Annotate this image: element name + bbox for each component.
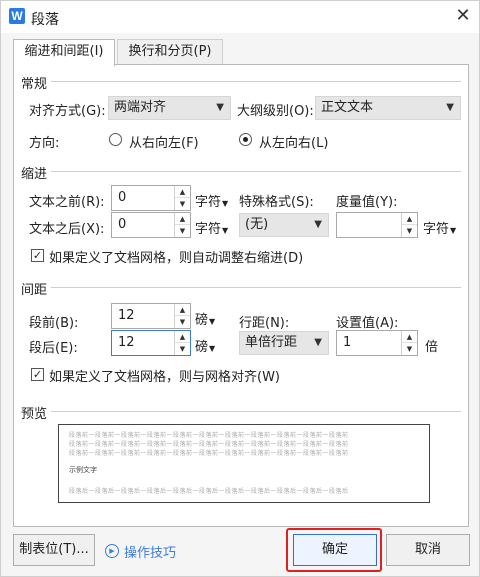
indent-before-label: 文本之前(R): xyxy=(29,195,105,210)
dropdown-arrow-icon: ▼ xyxy=(222,226,229,235)
increment-icon[interactable]: ▲ xyxy=(402,331,417,343)
setting-unit: 倍 xyxy=(425,340,439,355)
tips-link[interactable]: 操作技巧 xyxy=(124,542,176,561)
highlight-box xyxy=(286,528,382,572)
indent-after-value: 0 xyxy=(118,217,127,232)
preview-text: 段落前一段落前一段落前一段落前一段落前一段落前一段落前一段落前一段落前一段落前一… xyxy=(69,441,349,448)
increment-icon[interactable]: ▲ xyxy=(175,331,190,343)
dropdown-arrow-icon: ▼ xyxy=(209,344,216,353)
decrement-icon[interactable]: ▼ xyxy=(175,316,190,328)
dropdown-arrow-icon: ▼ xyxy=(209,317,216,326)
alignment-value: 两端对齐 xyxy=(114,100,167,115)
outline-level-value: 正文文本 xyxy=(321,100,374,115)
auto-adjust-label: 如果定义了文档网格，则自动调整右缩进(D) xyxy=(49,251,304,266)
indent-before-unit[interactable]: 字符▼ xyxy=(195,191,228,210)
increment-icon[interactable]: ▲ xyxy=(175,186,190,198)
alignment-select[interactable]: 两端对齐 ▼ xyxy=(108,96,231,120)
tab-line-page-breaks[interactable]: 换行和分页(P) xyxy=(117,39,223,65)
dropdown-arrow-icon: ▼ xyxy=(314,337,322,348)
rtl-radio[interactable] xyxy=(109,133,122,146)
rtl-label: 从右向左(F) xyxy=(129,136,199,151)
outline-level-select[interactable]: 正文文本 ▼ xyxy=(315,96,461,120)
ltr-radio[interactable] xyxy=(239,133,252,146)
cancel-button[interactable]: 取消 xyxy=(386,534,470,566)
special-format-value: (无) xyxy=(245,217,269,232)
decrement-icon[interactable]: ▼ xyxy=(175,198,190,210)
indent-before-stepper[interactable]: 0 ▲ ▼ xyxy=(111,185,191,211)
preview-pane: 段落前一段落前一段落前一段落前一段落前一段落前一段落前一段落前一段落前一段落前一… xyxy=(58,424,430,503)
decrement-icon[interactable]: ▼ xyxy=(402,343,417,355)
decrement-icon[interactable]: ▼ xyxy=(175,343,190,355)
alignment-label: 对齐方式(G): xyxy=(29,104,106,119)
line-spacing-value: 单倍行距 xyxy=(245,335,298,350)
increment-icon[interactable]: ▲ xyxy=(175,304,190,316)
space-before-value: 12 xyxy=(118,308,135,323)
play-icon: ▶ xyxy=(105,544,119,558)
indent-after-label: 文本之后(X): xyxy=(29,222,105,237)
setting-value-label: 设置值(A): xyxy=(336,316,399,331)
measure-stepper[interactable]: ▲ ▼ xyxy=(336,212,418,238)
grid-align-checkbox[interactable]: ✓ xyxy=(31,368,44,381)
dropdown-arrow-icon: ▼ xyxy=(446,102,454,113)
title-bar: W 段落 ✕ xyxy=(1,1,479,33)
divider xyxy=(51,411,461,412)
grid-align-label: 如果定义了文档网格，则与网格对齐(W) xyxy=(49,370,280,385)
decrement-icon[interactable]: ▼ xyxy=(175,225,190,237)
space-before-stepper[interactable]: 12 ▲ ▼ xyxy=(111,303,191,329)
space-before-unit[interactable]: 磅▼ xyxy=(195,309,215,328)
section-general: 常规 xyxy=(21,77,48,92)
special-format-select[interactable]: (无) ▼ xyxy=(239,213,329,237)
preview-sample: 示例文字 xyxy=(69,466,97,474)
section-spacing: 间距 xyxy=(21,283,48,298)
indent-before-value: 0 xyxy=(118,190,127,205)
increment-icon[interactable]: ▲ xyxy=(175,213,190,225)
decrement-icon[interactable]: ▼ xyxy=(402,225,417,237)
divider xyxy=(51,171,461,172)
tab-indent-spacing[interactable]: 缩进和间距(I) xyxy=(13,39,115,66)
wps-writer-icon: W xyxy=(9,8,25,24)
outline-level-label: 大纲级别(O): xyxy=(237,104,314,119)
dropdown-arrow-icon: ▼ xyxy=(222,199,229,208)
space-after-value: 12 xyxy=(118,335,135,350)
indent-after-unit[interactable]: 字符▼ xyxy=(195,218,228,237)
preview-text: 段落前一段落前一段落前一段落前一段落前一段落前一段落前一段落前一段落前一段落前一… xyxy=(69,450,349,457)
divider xyxy=(51,287,461,288)
dropdown-arrow-icon: ▼ xyxy=(216,102,224,113)
setting-value-stepper[interactable]: 1 ▲ ▼ xyxy=(336,330,418,356)
preview-text: 段落后一段落后一段落后一段落后一段落后一段落后一段落后一段落后一段落后一段落后一… xyxy=(69,488,349,495)
section-preview: 预览 xyxy=(21,407,48,422)
space-after-label: 段后(E): xyxy=(29,341,78,356)
preview-text: 段落前一段落前一段落前一段落前一段落前一段落前一段落前一段落前一段落前一段落前一… xyxy=(69,432,349,439)
paragraph-dialog: W 段落 ✕ 缩进和间距(I) 换行和分页(P) 常规 对齐方式(G): 两端对… xyxy=(0,0,480,577)
auto-adjust-checkbox[interactable]: ✓ xyxy=(31,249,44,262)
increment-icon[interactable]: ▲ xyxy=(402,213,417,225)
special-format-label: 特殊格式(S): xyxy=(239,195,314,210)
dropdown-arrow-icon: ▼ xyxy=(450,226,457,235)
space-before-label: 段前(B): xyxy=(29,316,79,331)
section-indent: 缩进 xyxy=(21,167,48,182)
space-after-stepper[interactable]: 12 ▲ ▼ xyxy=(111,330,191,356)
measure-label: 度量值(Y): xyxy=(336,195,398,210)
dropdown-arrow-icon: ▼ xyxy=(314,219,322,230)
indent-after-stepper[interactable]: 0 ▲ ▼ xyxy=(111,212,191,238)
close-icon[interactable]: ✕ xyxy=(451,4,475,28)
dialog-title: 段落 xyxy=(31,12,59,28)
line-spacing-label: 行距(N): xyxy=(239,316,290,331)
direction-label: 方向: xyxy=(29,136,60,151)
space-after-unit[interactable]: 磅▼ xyxy=(195,336,215,355)
measure-unit[interactable]: 字符▼ xyxy=(423,218,456,237)
setting-value: 1 xyxy=(343,335,352,350)
line-spacing-select[interactable]: 单倍行距 ▼ xyxy=(239,331,329,355)
tab-stops-button[interactable]: 制表位(T)... xyxy=(13,534,95,566)
ltr-label: 从左向右(L) xyxy=(259,136,329,151)
divider xyxy=(51,81,461,82)
